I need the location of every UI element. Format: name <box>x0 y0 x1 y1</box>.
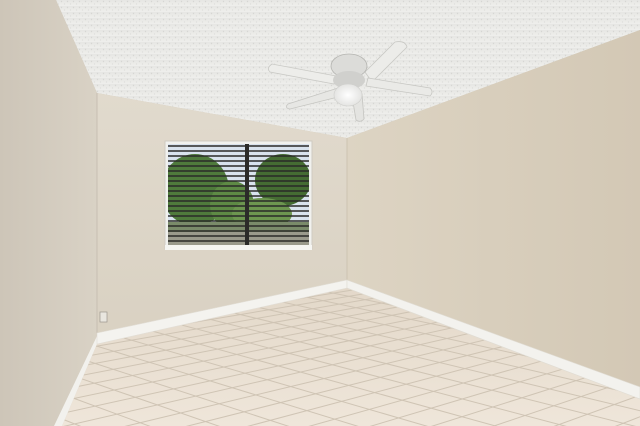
fan-light-icon <box>333 83 363 107</box>
left-wall <box>0 0 97 426</box>
window <box>164 140 313 250</box>
room-scene <box>0 0 640 426</box>
room-illustration <box>0 0 640 426</box>
wall-outlet <box>99 311 108 323</box>
window-divider <box>245 144 249 246</box>
